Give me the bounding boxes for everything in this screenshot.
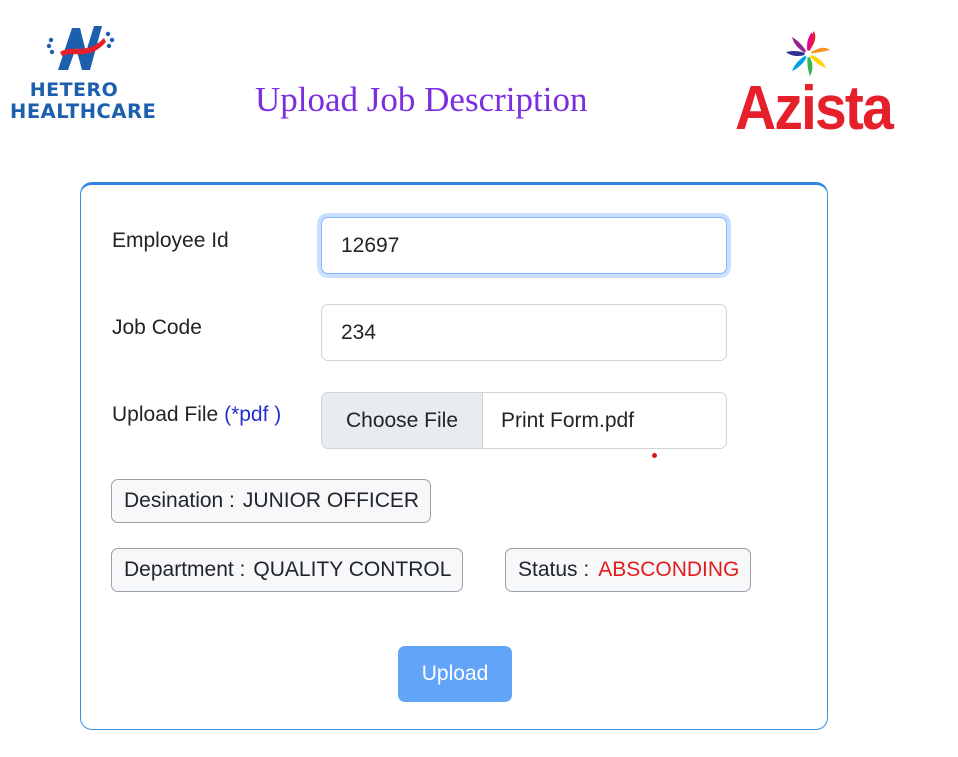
status-badge: Status : ABSCONDING bbox=[505, 548, 752, 592]
designation-value: JUNIOR OFFICER bbox=[242, 489, 420, 512]
logo-line-2: HEALTHCARE bbox=[10, 100, 157, 123]
designation-badge: Desination : JUNIOR OFFICER bbox=[111, 479, 432, 523]
red-dot-marker bbox=[652, 453, 657, 458]
status-label: Status : bbox=[518, 558, 590, 581]
job-code-label: Job Code bbox=[112, 316, 202, 339]
designation-label: Desination : bbox=[124, 489, 235, 512]
department-badge: Department : QUALITY CONTROL bbox=[111, 548, 464, 592]
file-input[interactable]: Choose File Print Form.pdf bbox=[321, 392, 727, 449]
azista-logo: Azista bbox=[732, 26, 902, 140]
department-label: Department : bbox=[124, 558, 246, 581]
job-code-input[interactable] bbox=[321, 304, 727, 361]
selected-file-name: Print Form.pdf bbox=[501, 408, 635, 432]
hetero-healthcare-logo: HETERO HEALTHCARE bbox=[10, 22, 157, 127]
hetero-logo-icon bbox=[46, 26, 115, 70]
upload-file-label: Upload File (*pdf ) bbox=[112, 402, 281, 428]
pdf-hint: (*pdf ) bbox=[224, 403, 282, 426]
upload-file-label-text: Upload File bbox=[112, 403, 219, 426]
employee-id-input[interactable] bbox=[321, 217, 727, 274]
page-title: Upload Job Description bbox=[255, 80, 588, 119]
department-value: QUALITY CONTROL bbox=[253, 558, 452, 581]
logo-line-1: HETERO bbox=[29, 79, 119, 101]
employee-id-label: Employee Id bbox=[112, 229, 229, 252]
azista-wordmark: Azista bbox=[735, 74, 894, 143]
upload-form-card: Employee Id Job Code Upload File (*pdf )… bbox=[80, 182, 828, 730]
choose-file-button[interactable]: Choose File bbox=[322, 393, 483, 448]
upload-button[interactable]: Upload bbox=[398, 646, 512, 702]
status-value: ABSCONDING bbox=[598, 558, 740, 581]
